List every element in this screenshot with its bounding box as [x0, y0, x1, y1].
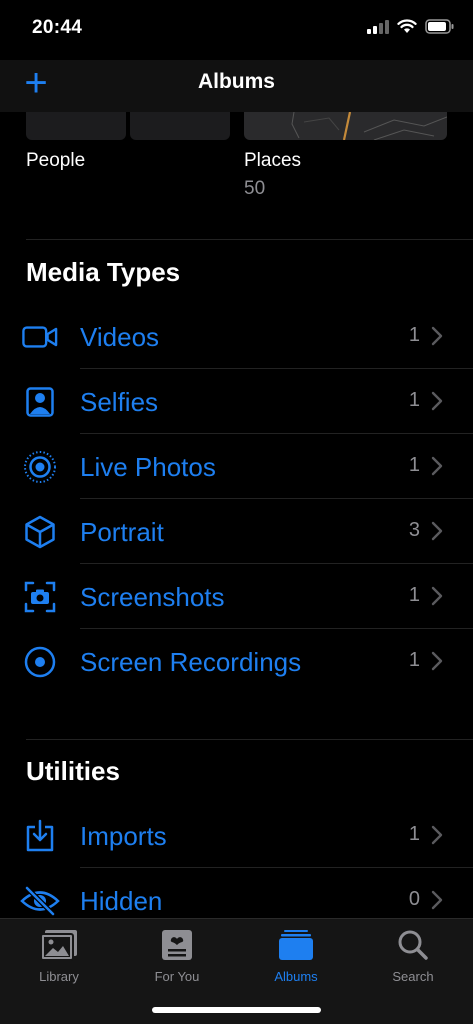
people-thumbnail[interactable]	[130, 112, 230, 140]
live-photo-icon	[22, 450, 58, 484]
album-row-label: Live Photos	[80, 452, 216, 482]
section-divider	[26, 239, 473, 240]
screen-recording-icon	[22, 645, 58, 679]
album-row-live-photos[interactable]: Live Photos 1	[0, 434, 473, 499]
albums-icon	[241, 927, 351, 963]
import-icon	[22, 819, 58, 853]
album-row-count: 0	[408, 888, 420, 910]
tab-label: Library	[39, 969, 79, 984]
media-types-heading: Media Types	[26, 257, 181, 287]
album-row-count: 1	[408, 584, 420, 606]
video-icon	[22, 320, 58, 354]
tab-for-you[interactable]: For You	[122, 927, 232, 984]
page-title: Albums	[197, 70, 275, 93]
library-photos-icon	[4, 927, 114, 963]
album-row-count: 1	[408, 324, 420, 346]
people-places-section: People Places 50	[0, 112, 473, 238]
tab-library[interactable]: Library	[4, 927, 114, 984]
album-row-portrait[interactable]: Portrait 3	[0, 499, 473, 564]
album-row-label: Selfies	[80, 387, 159, 417]
tab-albums[interactable]: Albums	[241, 927, 351, 984]
album-row-label: Imports	[80, 821, 167, 851]
tab-label: Search	[392, 969, 434, 984]
status-time: 20:44	[32, 17, 83, 38]
battery-icon	[425, 19, 454, 34]
album-row-screenshots[interactable]: Screenshots 1	[0, 564, 473, 629]
status-bar: 20:44	[0, 0, 473, 60]
portrait-cube-icon	[22, 515, 58, 549]
utilities-heading: Utilities	[26, 756, 120, 786]
album-row-imports[interactable]: Imports 1	[0, 803, 473, 868]
album-row-label: Portrait	[80, 517, 164, 547]
chevron-right-icon	[431, 586, 443, 606]
navigation-bar: + Albums	[0, 60, 473, 112]
map-icon	[291, 112, 447, 140]
people-thumbnail[interactable]	[26, 112, 126, 140]
chevron-right-icon	[431, 890, 443, 910]
album-row-screen-recordings[interactable]: Screen Recordings 1	[0, 629, 473, 694]
chevron-right-icon	[431, 391, 443, 411]
chevron-right-icon	[431, 456, 443, 476]
album-row-count: 1	[408, 649, 420, 671]
album-row-count: 1	[408, 454, 420, 476]
cellular-signal-icon	[367, 19, 389, 34]
album-row-hidden[interactable]: Hidden 0	[0, 868, 473, 918]
album-row-label: Hidden	[80, 886, 163, 916]
tab-search[interactable]: Search	[358, 927, 468, 984]
for-you-icon	[122, 927, 232, 963]
album-row-label: Screen Recordings	[80, 647, 302, 677]
album-row-count: 1	[408, 823, 420, 845]
wifi-icon	[397, 19, 417, 33]
status-icons	[367, 19, 455, 34]
places-album-label[interactable]: Places	[244, 150, 301, 172]
search-icon	[358, 927, 468, 963]
screenshot-icon	[22, 580, 58, 614]
album-row-videos[interactable]: Videos 1	[0, 304, 473, 369]
albums-scroll-content[interactable]: People Places 50 Media Types Videos 1 Se…	[0, 112, 473, 918]
album-row-label: Screenshots	[80, 582, 225, 612]
album-row-count: 3	[408, 519, 420, 541]
people-album-label[interactable]: People	[26, 150, 85, 172]
tab-label: For You	[154, 969, 200, 984]
album-row-count: 1	[408, 389, 420, 411]
chevron-right-icon	[431, 326, 443, 346]
places-album-count: 50	[244, 178, 266, 199]
chevron-right-icon	[431, 651, 443, 671]
album-row-selfies[interactable]: Selfies 1	[0, 369, 473, 434]
section-divider	[26, 739, 473, 740]
chevron-right-icon	[431, 825, 443, 845]
hidden-eye-icon	[18, 884, 62, 918]
home-indicator[interactable]	[152, 1007, 321, 1013]
chevron-right-icon	[431, 521, 443, 541]
places-map-thumbnail[interactable]	[244, 112, 447, 140]
album-row-label: Videos	[80, 322, 160, 352]
tab-label: Albums	[274, 969, 318, 984]
selfie-icon	[22, 385, 58, 419]
